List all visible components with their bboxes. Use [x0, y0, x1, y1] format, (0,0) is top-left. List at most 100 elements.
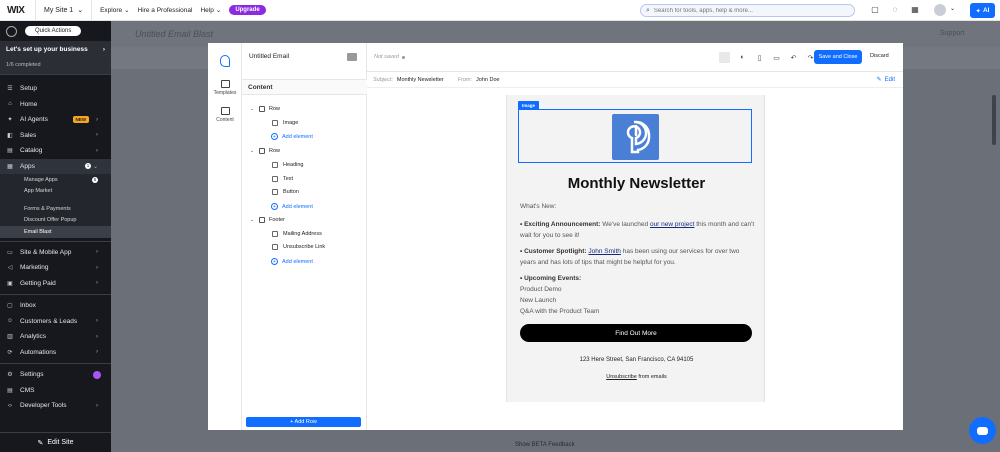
avatar[interactable] [934, 4, 946, 16]
rail-content[interactable]: Content [208, 107, 242, 123]
sidebar-item-catalog[interactable]: ▤ Catalog › [0, 143, 111, 159]
add-element-button[interactable]: + Add element [271, 203, 313, 210]
find-out-more-button[interactable]: Find Out More [520, 324, 752, 342]
tree-label: Footer [269, 217, 285, 223]
paragraph-bold: • Customer Spotlight: [520, 248, 587, 255]
editor-rail: Templates Content [208, 43, 242, 430]
sidebar-sub-label: Email Blast [24, 228, 52, 235]
search-bar[interactable]: ⌕ [640, 4, 855, 17]
rail-templates[interactable]: Templates [208, 80, 242, 96]
customer-link[interactable]: John Smith [588, 248, 621, 255]
beta-feedback-link[interactable]: Show BETA Feedback [515, 442, 575, 448]
chat-icon[interactable]: ▢ [870, 4, 880, 14]
sidebar-sub-discount-popup[interactable]: Discount Offer Popup [0, 214, 111, 226]
site-selector[interactable]: My Site 1 ⌄ [35, 0, 93, 21]
scrollbar[interactable] [992, 95, 996, 145]
sparkle-icon: ✦ [975, 7, 981, 15]
edit-subject-button[interactable]: ✎ Edit [877, 76, 895, 84]
add-row-button[interactable]: + Add Row [246, 417, 361, 427]
search-input[interactable] [653, 7, 834, 14]
apps-icon[interactable]: ▦ [910, 4, 920, 14]
unsubscribe-link[interactable]: Unsubscribe [606, 374, 637, 380]
sidebar-sub-manage-apps[interactable]: Manage Apps 5 [0, 174, 111, 186]
mailing-address[interactable]: 123 Here Street, San Francisco, CA 94105 [507, 357, 766, 363]
plus-icon: + [271, 258, 278, 265]
preview-thumbnail-icon[interactable] [347, 53, 357, 61]
site-name: My Site 1 [44, 6, 74, 14]
sidebar-sub-app-market[interactable]: App Market [0, 185, 111, 197]
sidebar-item-site-mobile[interactable]: ▭ Site & Mobile App › [0, 245, 111, 261]
tree-element-image[interactable]: Image [272, 120, 298, 126]
sidebar-item-analytics[interactable]: ▥ Analytics › [0, 329, 111, 345]
tree-element-heading[interactable]: Heading [272, 162, 304, 168]
upgrade-button[interactable]: Upgrade [229, 5, 266, 15]
bell-icon[interactable]: ◌ [890, 4, 900, 14]
tree-row-2[interactable]: ⌄ Row [250, 148, 280, 154]
desktop-view-icon[interactable]: ▭ [772, 53, 781, 62]
new-badge: NEW [72, 116, 89, 124]
explore-menu[interactable]: Explore [100, 7, 122, 14]
setup-card[interactable]: Let's set up your business › 1/6 complete… [0, 41, 111, 75]
events-paragraph[interactable]: • Upcoming Events: Product Demo New Laun… [520, 273, 756, 317]
tree-element-button[interactable]: Button [272, 189, 299, 195]
announcement-paragraph[interactable]: • Exciting Announcement: We've launched … [520, 219, 756, 241]
ai-label: AI [982, 7, 990, 14]
project-link[interactable]: our new project [650, 221, 694, 228]
sidebar-item-cms[interactable]: ▤ CMS [0, 383, 111, 399]
chevron-right-icon: › [96, 280, 98, 287]
spotlight-paragraph[interactable]: • Customer Spotlight: John Smith has bee… [520, 246, 756, 268]
discard-button[interactable]: Discard [870, 53, 889, 59]
sidebar-item-getting-paid[interactable]: ▣ Getting Paid › [0, 276, 111, 292]
undo-icon[interactable]: ↶ [789, 53, 798, 62]
unsubscribe-line[interactable]: Unsubscribe from emails [507, 374, 766, 380]
event-item: Product Demo [520, 286, 562, 293]
from-label: From: [457, 76, 473, 83]
save-and-close-button[interactable]: Save and Close [814, 50, 862, 64]
sidebar-item-marketing[interactable]: ◁ Marketing › [0, 260, 111, 276]
sidebar-item-apps[interactable]: ▦ Apps 1 ⌄ [0, 158, 111, 174]
sidebar-item-ai-agents[interactable]: ✦ AI Agents NEW › [0, 112, 111, 128]
support-link[interactable]: Support [940, 30, 965, 37]
wix-logo[interactable]: WIX [7, 5, 35, 16]
tree-element-unsubscribe[interactable]: Unsubscribe Link [272, 244, 325, 250]
sidebar-sub-forms-payments[interactable]: Forms & Payments [0, 203, 111, 215]
mobile-view-icon[interactable]: ▯ [755, 53, 764, 62]
tree-footer[interactable]: ⌄ Footer [250, 217, 285, 223]
add-element-button[interactable]: + Add element [271, 258, 313, 265]
sidebar-item-inbox[interactable]: ▢ Inbox [0, 298, 111, 314]
email-name[interactable]: Untitled Email [249, 53, 289, 60]
tree-element-text[interactable]: Text [272, 176, 293, 182]
tree-row-1[interactable]: ⌄ Row [250, 106, 280, 112]
sidebar-item-automations[interactable]: ⟳ Automations › [0, 345, 111, 361]
tree-element-mailing-address[interactable]: Mailing Address [272, 231, 322, 237]
sidebar-item-developer-tools[interactable]: ‹› Developer Tools › [0, 398, 111, 414]
ai-button[interactable]: ✦ AI [970, 3, 995, 18]
sparkle-icon: ✦ [7, 117, 13, 124]
sidebar-item-customers[interactable]: ☺ Customers & Leads › [0, 314, 111, 330]
sidebar-item-sales[interactable]: ◧ Sales › [0, 128, 111, 144]
database-icon: ▤ [7, 387, 13, 394]
chat-widget-button[interactable] [969, 417, 996, 444]
toolbar-icons: ◐ ▯ ▭ ↶ ↷ [719, 52, 815, 63]
checklist-icon: ☰ [7, 86, 13, 93]
chevron-down-icon: ⌄ [77, 7, 84, 14]
quick-actions-button[interactable]: Quick Actions [25, 26, 82, 36]
image-block[interactable] [518, 109, 752, 163]
background-bottom [111, 430, 1000, 452]
sidebar-sub-email-blast[interactable]: Email Blast [0, 226, 111, 238]
tree-label: Mailing Address [283, 231, 322, 237]
chevron-down-icon: ⌄ [250, 148, 255, 154]
help-menu[interactable]: Help [200, 7, 213, 14]
chevron-right-icon: › [96, 318, 98, 325]
sidebar-item-home[interactable]: ⌂ Home [0, 97, 111, 113]
sidebar-item-setup[interactable]: ☰ Setup [0, 81, 111, 97]
theme-icon[interactable]: ◐ [738, 53, 747, 62]
email-heading[interactable]: Monthly Newsletter [507, 175, 766, 192]
home-icon[interactable] [6, 25, 17, 37]
edit-site-button[interactable]: ✎ Edit Site [0, 432, 111, 452]
color-swatch[interactable] [719, 52, 730, 63]
sidebar-item-settings[interactable]: ⚙ Settings [0, 367, 111, 383]
add-element-button[interactable]: + Add element [271, 133, 313, 140]
whats-new-text[interactable]: What's New: [520, 201, 756, 212]
hire-professional-link[interactable]: Hire a Professional [138, 7, 193, 14]
